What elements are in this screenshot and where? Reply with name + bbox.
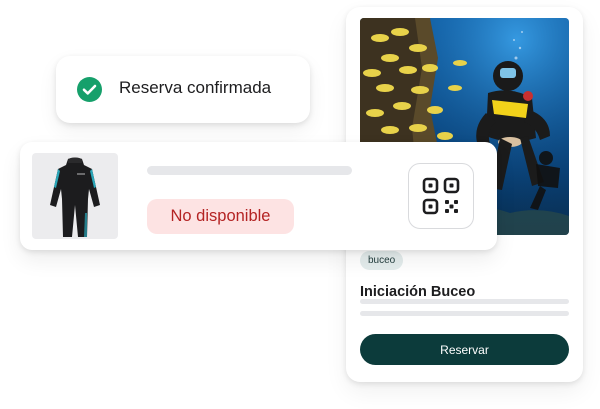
description-skeleton-line: [360, 311, 569, 316]
confirmation-message: Reserva confirmada: [119, 78, 272, 97]
availability-badge: No disponible: [147, 199, 294, 234]
promo-stage: buceo Iniciación Buceo Reservar Reserva …: [0, 0, 600, 409]
category-tag: buceo: [360, 251, 404, 270]
check-circle-icon: [77, 77, 102, 102]
description-skeleton-line: [360, 299, 569, 304]
reserve-button[interactable]: Reservar: [360, 334, 569, 365]
product-card[interactable]: No disponible: [20, 142, 497, 250]
qr-code-button[interactable]: [408, 163, 474, 229]
confirmation-toast: Reserva confirmada: [56, 56, 310, 123]
wetsuit-image: [32, 153, 118, 239]
qr-code-icon: [422, 177, 460, 215]
product-name-skeleton: [147, 166, 352, 175]
activity-title: Iniciación Buceo: [360, 284, 476, 300]
